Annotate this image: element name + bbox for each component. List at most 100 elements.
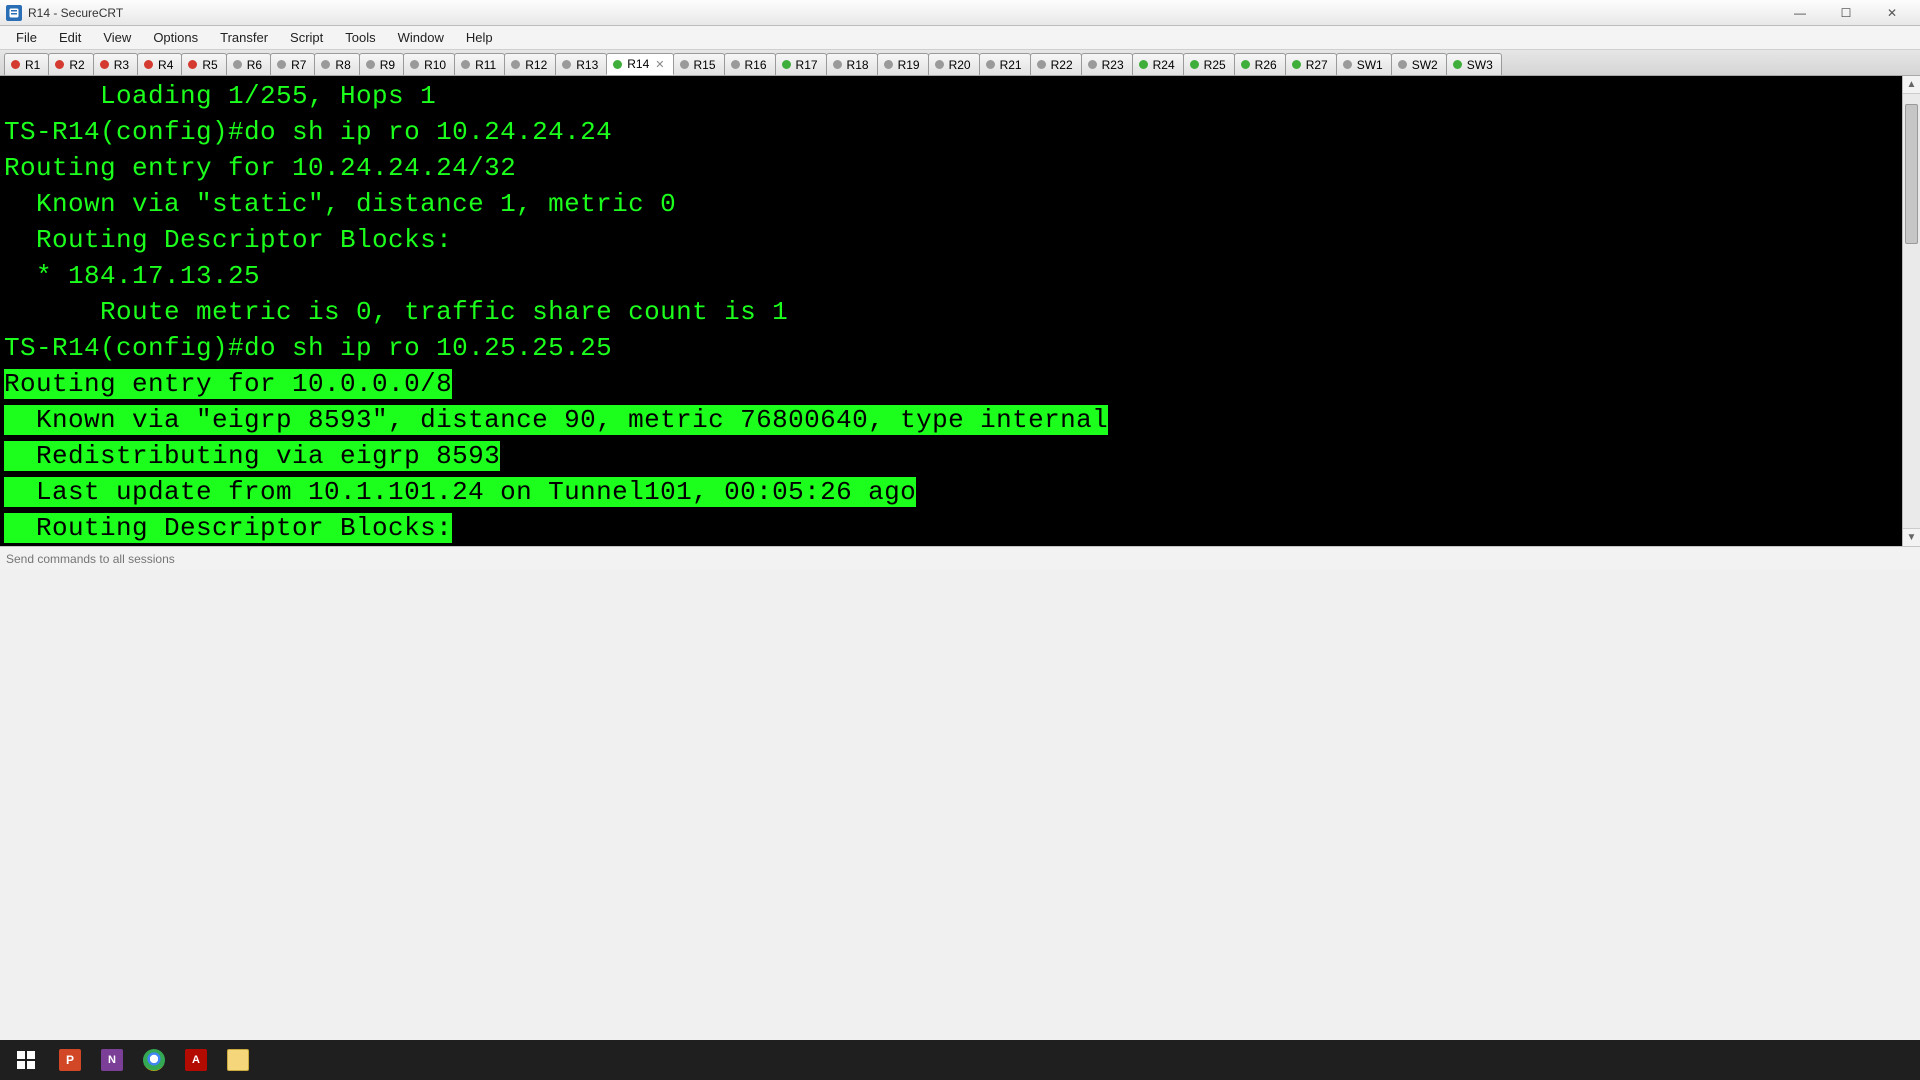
terminal-line: * 184.17.13.25 bbox=[4, 258, 1916, 294]
menu-edit[interactable]: Edit bbox=[49, 28, 91, 47]
status-dot-icon bbox=[55, 60, 64, 69]
taskbar-app-acrobat[interactable]: A bbox=[176, 1042, 216, 1078]
tab-label: R4 bbox=[158, 58, 173, 72]
session-tab-r4[interactable]: R4 bbox=[137, 53, 182, 75]
tab-label: R17 bbox=[796, 58, 818, 72]
session-tab-r10[interactable]: R10 bbox=[403, 53, 455, 75]
session-tab-r13[interactable]: R13 bbox=[555, 53, 607, 75]
terminal-line: Last update from 10.1.101.24 on Tunnel10… bbox=[4, 474, 1916, 510]
scroll-thumb[interactable] bbox=[1905, 104, 1918, 244]
taskbar-app-explorer[interactable] bbox=[218, 1042, 258, 1078]
tab-label: R19 bbox=[898, 58, 920, 72]
menu-tools[interactable]: Tools bbox=[335, 28, 385, 47]
session-tab-r1[interactable]: R1 bbox=[4, 53, 49, 75]
status-dot-icon bbox=[731, 60, 740, 69]
status-dot-icon bbox=[782, 60, 791, 69]
status-dot-icon bbox=[366, 60, 375, 69]
session-tab-r19[interactable]: R19 bbox=[877, 53, 929, 75]
minimize-button[interactable]: — bbox=[1778, 2, 1822, 24]
tab-label: R1 bbox=[25, 58, 40, 72]
status-dot-icon bbox=[986, 60, 995, 69]
taskbar-app-onenote[interactable]: N bbox=[92, 1042, 132, 1078]
status-dot-icon bbox=[884, 60, 893, 69]
terminal-line: Known via "eigrp 8593", distance 90, met… bbox=[4, 402, 1916, 438]
status-dot-icon bbox=[1398, 60, 1407, 69]
tab-label: R26 bbox=[1255, 58, 1277, 72]
session-tabbar: R1 R2 R3 R4 R5R6 R7 R8R9R10R11R12 R13 R14 ✕ R15 R16… bbox=[0, 50, 1920, 76]
session-tab-r5[interactable]: R5 bbox=[181, 53, 226, 75]
session-tab-r9[interactable]: R9 bbox=[359, 53, 404, 75]
command-input[interactable] bbox=[6, 552, 1914, 566]
session-tab-r27[interactable]: R27 bbox=[1285, 53, 1337, 75]
taskbar-app-powerpoint[interactable]: P bbox=[50, 1042, 90, 1078]
tab-label: R7 bbox=[291, 58, 306, 72]
menu-options[interactable]: Options bbox=[143, 28, 208, 47]
session-tab-r26[interactable]: R26 bbox=[1234, 53, 1286, 75]
menu-view[interactable]: View bbox=[93, 28, 141, 47]
tab-label: R16 bbox=[745, 58, 767, 72]
status-dot-icon bbox=[233, 60, 242, 69]
terminal-line: TS-R14(config)#do sh ip ro 10.25.25.25 bbox=[4, 330, 1916, 366]
session-tab-sw1[interactable]: SW1 bbox=[1336, 53, 1392, 75]
session-tab-r16[interactable]: R16 bbox=[724, 53, 776, 75]
terminal-line: Redistributing via eigrp 8593 bbox=[4, 438, 1916, 474]
session-tab-r23[interactable]: R23 bbox=[1081, 53, 1133, 75]
session-tab-r2[interactable]: R2 bbox=[48, 53, 93, 75]
vertical-scrollbar[interactable]: ▲ ▼ bbox=[1902, 76, 1920, 546]
status-dot-icon bbox=[1241, 60, 1250, 69]
desktop-gap bbox=[0, 570, 1920, 1040]
tab-close-icon[interactable]: ✕ bbox=[655, 58, 664, 71]
status-dot-icon bbox=[1037, 60, 1046, 69]
tab-label: R22 bbox=[1051, 58, 1073, 72]
close-button[interactable]: ✕ bbox=[1870, 2, 1914, 24]
tab-label: R25 bbox=[1204, 58, 1226, 72]
session-tab-r3[interactable]: R3 bbox=[93, 53, 138, 75]
terminal-line: Routing Descriptor Blocks: bbox=[4, 510, 1916, 546]
session-tab-r12[interactable]: R12 bbox=[504, 53, 556, 75]
terminal-output[interactable]: Loading 1/255, Hops 1TS-R14(config)#do s… bbox=[0, 76, 1920, 546]
scroll-track[interactable] bbox=[1903, 94, 1920, 528]
tab-label: R3 bbox=[114, 58, 129, 72]
session-tab-r21[interactable]: R21 bbox=[979, 53, 1031, 75]
menu-file[interactable]: File bbox=[6, 28, 47, 47]
status-dot-icon bbox=[11, 60, 20, 69]
maximize-button[interactable]: ☐ bbox=[1824, 2, 1868, 24]
session-tab-r18[interactable]: R18 bbox=[826, 53, 878, 75]
terminal-area[interactable]: Loading 1/255, Hops 1TS-R14(config)#do s… bbox=[0, 76, 1920, 546]
status-dot-icon bbox=[188, 60, 197, 69]
tab-label: R13 bbox=[576, 58, 598, 72]
terminal-line: Route metric is 0, traffic share count i… bbox=[4, 294, 1916, 330]
tab-label: R18 bbox=[847, 58, 869, 72]
session-tab-r22[interactable]: R22 bbox=[1030, 53, 1082, 75]
session-tab-sw3[interactable]: SW3 bbox=[1446, 53, 1502, 75]
session-tab-r15[interactable]: R15 bbox=[673, 53, 725, 75]
tab-label: R20 bbox=[949, 58, 971, 72]
session-tab-r20[interactable]: R20 bbox=[928, 53, 980, 75]
session-tab-r7[interactable]: R7 bbox=[270, 53, 315, 75]
session-tab-r24[interactable]: R24 bbox=[1132, 53, 1184, 75]
session-tab-sw2[interactable]: SW2 bbox=[1391, 53, 1447, 75]
menu-window[interactable]: Window bbox=[388, 28, 454, 47]
status-dot-icon bbox=[1292, 60, 1301, 69]
status-dot-icon bbox=[1139, 60, 1148, 69]
scroll-up-arrow[interactable]: ▲ bbox=[1903, 76, 1920, 94]
tab-label: R14 bbox=[627, 57, 649, 71]
menu-help[interactable]: Help bbox=[456, 28, 503, 47]
menu-transfer[interactable]: Transfer bbox=[210, 28, 278, 47]
session-tab-r8[interactable]: R8 bbox=[314, 53, 359, 75]
start-button[interactable] bbox=[4, 1042, 48, 1078]
status-dot-icon bbox=[410, 60, 419, 69]
session-tab-r25[interactable]: R25 bbox=[1183, 53, 1235, 75]
menu-script[interactable]: Script bbox=[280, 28, 333, 47]
session-tab-r17[interactable]: R17 bbox=[775, 53, 827, 75]
session-tab-r14[interactable]: R14 ✕ bbox=[606, 53, 673, 75]
scroll-down-arrow[interactable]: ▼ bbox=[1903, 528, 1920, 546]
status-dot-icon bbox=[1190, 60, 1199, 69]
tab-label: R23 bbox=[1102, 58, 1124, 72]
taskbar-app-chrome[interactable] bbox=[134, 1042, 174, 1078]
tab-label: R21 bbox=[1000, 58, 1022, 72]
session-tab-r6[interactable]: R6 bbox=[226, 53, 271, 75]
session-tab-r11[interactable]: R11 bbox=[454, 53, 505, 75]
status-dot-icon bbox=[1343, 60, 1352, 69]
menubar: FileEditViewOptionsTransferScriptToolsWi… bbox=[0, 26, 1920, 50]
